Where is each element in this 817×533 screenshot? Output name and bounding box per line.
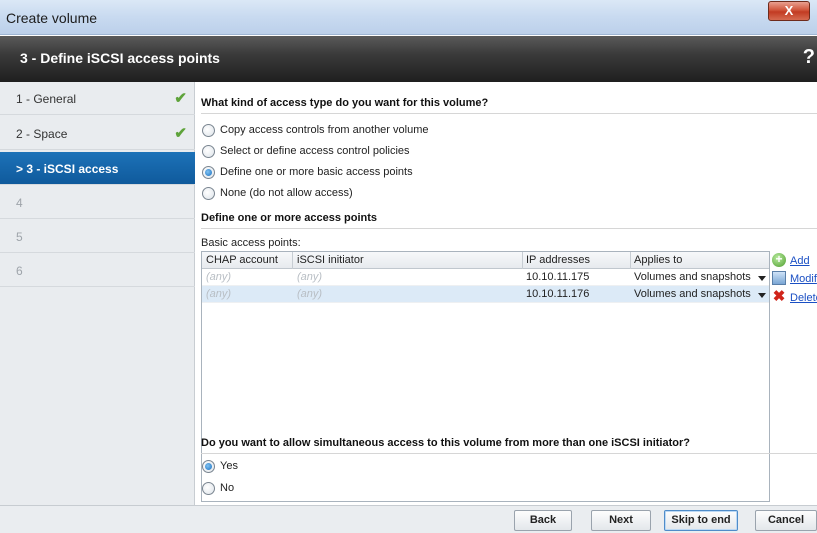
cell-applies-select[interactable]: Volumes and snapshots (634, 271, 751, 283)
step-title: 3 - Define iSCSI access points (20, 50, 220, 66)
sidebar-item-space[interactable]: 2 - Space ✔ (0, 117, 195, 150)
radio-button[interactable] (202, 187, 215, 200)
edit-icon (772, 271, 786, 285)
column-header-initiator[interactable]: iSCSI initiator (297, 254, 364, 266)
chevron-down-icon[interactable] (758, 276, 766, 281)
column-separator (630, 252, 631, 269)
access-points-table: CHAP account iSCSI initiator IP addresse… (201, 251, 770, 502)
close-button[interactable]: X (768, 1, 810, 21)
wizard-footer: Back Next Skip to end Cancel (0, 505, 817, 533)
radio-button[interactable] (202, 460, 215, 473)
cell-ip: 10.10.11.175 (526, 271, 590, 283)
sidebar-item-label: 5 (16, 230, 23, 244)
column-header-applies[interactable]: Applies to (634, 254, 682, 266)
sidebar-item-label: > 3 - iSCSI access (16, 162, 119, 176)
radio-label: None (do not allow access) (220, 187, 353, 199)
divider (201, 113, 817, 114)
cell-applies-select[interactable]: Volumes and snapshots (634, 288, 751, 300)
table-row[interactable]: (any) (any) 10.10.11.175 Volumes and sna… (202, 269, 769, 286)
help-icon[interactable]: ? (803, 46, 815, 69)
sidebar-item-6: 6 (0, 254, 195, 287)
wizard-steps-sidebar: 1 - General ✔ 2 - Space ✔ > 3 - iSCSI ac… (0, 82, 195, 505)
sidebar-item-general[interactable]: 1 - General ✔ (0, 82, 195, 115)
radio-button[interactable] (202, 482, 215, 495)
checkmark-icon: ✔ (174, 125, 187, 142)
radio-label: Select or define access control policies (220, 145, 410, 157)
radio-button[interactable] (202, 145, 215, 158)
cell-chap: (any) (206, 288, 232, 300)
main-content: What kind of access type do you want for… (196, 82, 817, 505)
column-separator (292, 252, 293, 269)
cell-initiator: (any) (297, 271, 323, 283)
column-header-ip[interactable]: IP addresses (526, 254, 590, 266)
next-button[interactable]: Next (591, 510, 651, 531)
sidebar-item-label: 1 - General (16, 92, 77, 106)
close-icon: X (784, 3, 794, 18)
cancel-button[interactable]: Cancel (755, 510, 817, 531)
back-button[interactable]: Back (514, 510, 572, 531)
chevron-down-icon[interactable] (758, 293, 766, 298)
sidebar-item-iscsi-access[interactable]: > 3 - iSCSI access (0, 152, 195, 185)
modify-link[interactable]: Modif (790, 273, 817, 285)
sidebar-item-5: 5 (0, 220, 195, 253)
window-title: Create volume (6, 10, 98, 26)
table-row[interactable]: (any) (any) 10.10.11.176 Volumes and sna… (202, 286, 769, 303)
radio-button[interactable] (202, 166, 215, 179)
cell-initiator: (any) (297, 288, 323, 300)
radio-label: Define one or more basic access points (220, 166, 413, 178)
basic-access-points-label: Basic access points: (201, 237, 301, 249)
simultaneous-question: Do you want to allow simultaneous access… (201, 437, 690, 449)
cell-chap: (any) (206, 271, 232, 283)
add-icon: + (772, 253, 786, 267)
sidebar-item-label: 6 (16, 264, 23, 278)
wizard-header: 3 - Define iSCSI access points ? (0, 36, 817, 82)
column-separator (522, 252, 523, 269)
divider (201, 453, 817, 454)
skip-to-end-button[interactable]: Skip to end (664, 510, 738, 531)
cell-ip: 10.10.11.176 (526, 288, 590, 300)
delete-link[interactable]: Delete (790, 292, 817, 304)
delete-icon: ✖ (772, 288, 786, 305)
column-header-chap[interactable]: CHAP account (206, 254, 278, 266)
access-points-heading: Define one or more access points (201, 212, 378, 224)
window-titlebar: Create volume X (0, 0, 817, 35)
sidebar-item-4: 4 (0, 186, 195, 219)
radio-label: No (220, 482, 235, 494)
sidebar-item-label: 2 - Space (16, 127, 68, 141)
access-type-question: What kind of access type do you want for… (201, 97, 489, 109)
radio-button[interactable] (202, 124, 215, 137)
radio-label: Copy access controls from another volume (220, 124, 429, 136)
checkmark-icon: ✔ (174, 90, 187, 107)
table-header: CHAP account iSCSI initiator IP addresse… (202, 252, 769, 269)
sidebar-item-label: 4 (16, 196, 23, 210)
radio-label: Yes (220, 460, 238, 472)
divider (201, 228, 817, 229)
add-link[interactable]: Add (790, 255, 810, 267)
